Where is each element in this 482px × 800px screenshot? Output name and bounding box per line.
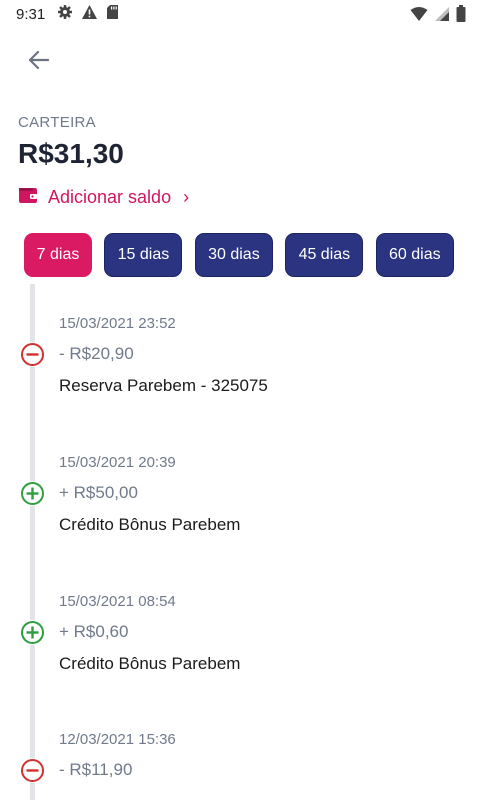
add-balance-label: Adicionar saldo bbox=[48, 187, 172, 207]
status-bar: 9:31 bbox=[0, 0, 482, 28]
plus-circle-icon bbox=[20, 620, 45, 645]
filter-chip-30-days[interactable]: 30 dias bbox=[194, 233, 273, 277]
wallet-label: CARTEIRA bbox=[18, 114, 96, 131]
transaction-description: Crédito Bônus Parebem bbox=[59, 515, 241, 534]
transaction-description: Reserva Parebem - 325075 bbox=[59, 376, 268, 395]
transaction-amount: - R$20,90 bbox=[59, 344, 134, 363]
filter-chip-60-days[interactable]: 60 dias bbox=[375, 233, 454, 277]
back-button[interactable] bbox=[20, 44, 56, 80]
filter-chip-15-days[interactable]: 15 dias bbox=[104, 233, 183, 277]
filter-chip-45-days[interactable]: 45 dias bbox=[285, 233, 364, 277]
filter-chip-7-days[interactable]: 7 dias bbox=[24, 233, 92, 277]
transaction-date: 15/03/2021 08:54 bbox=[59, 593, 176, 610]
status-time: 9:31 bbox=[16, 5, 46, 23]
warning-icon bbox=[81, 4, 98, 25]
minus-circle-icon bbox=[20, 758, 45, 783]
battery-icon bbox=[456, 5, 466, 27]
transaction-date: 15/03/2021 23:52 bbox=[59, 315, 176, 332]
arrow-left-icon bbox=[27, 50, 50, 75]
transaction-date: 15/03/2021 20:39 bbox=[59, 454, 176, 471]
period-filter-chips: 7 dias 15 dias 30 dias 45 dias 60 dias bbox=[24, 233, 464, 279]
transaction-amount: - R$11,90 bbox=[59, 760, 133, 779]
minus-circle-icon bbox=[20, 342, 45, 367]
signal-icon bbox=[434, 6, 450, 27]
transaction-date: 12/03/2021 15:36 bbox=[59, 731, 176, 748]
wallet-icon bbox=[18, 186, 38, 209]
wallet-balance: R$31,30 bbox=[18, 138, 124, 169]
add-balance-link[interactable]: Adicionar saldo › bbox=[18, 186, 189, 209]
plus-circle-icon bbox=[20, 481, 45, 506]
chevron-right-icon: › bbox=[183, 187, 190, 207]
transaction-amount: + R$50,00 bbox=[59, 483, 138, 502]
transaction-amount: + R$0,60 bbox=[59, 622, 129, 641]
transaction-description: Crédito Bônus Parebem bbox=[59, 654, 241, 673]
gear-icon bbox=[57, 4, 73, 25]
sd-card-icon bbox=[106, 4, 119, 25]
wifi-icon bbox=[410, 6, 428, 27]
